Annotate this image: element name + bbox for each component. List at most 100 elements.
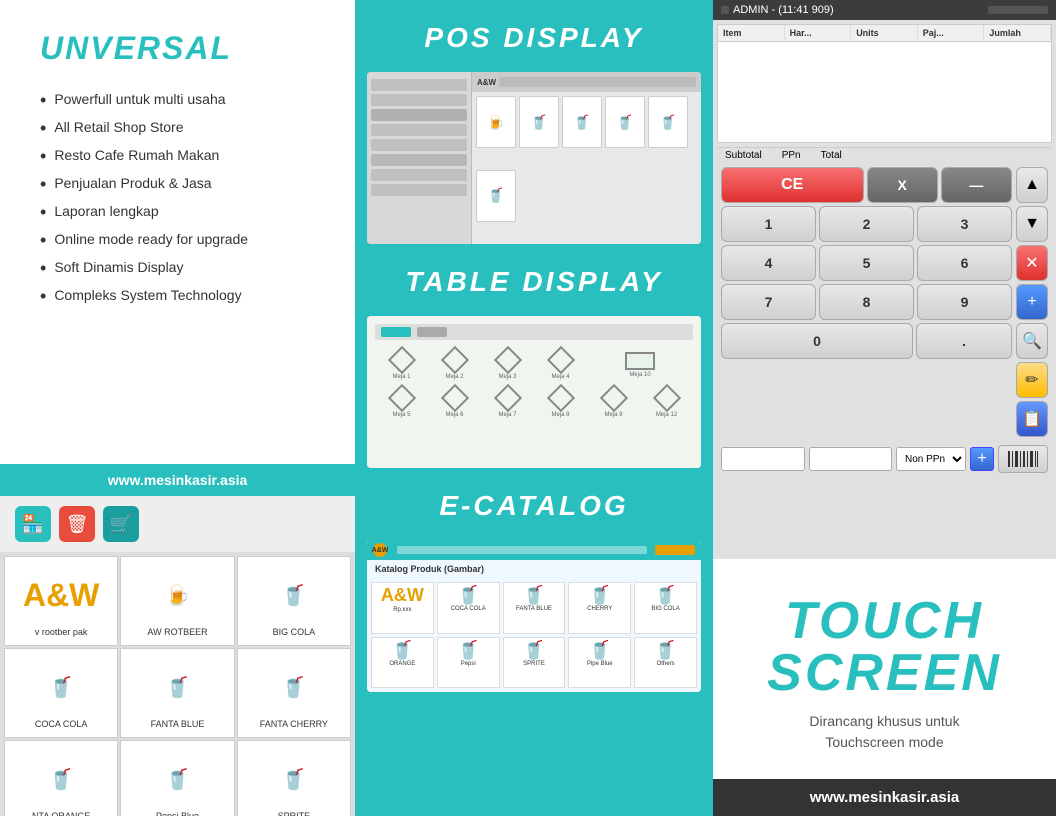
ts-ppn-select[interactable]: Non PPn — [896, 447, 966, 471]
left-website-bar: www.mesinkasir.asia — [0, 464, 355, 496]
ecatalog-logo: A&W — [373, 543, 387, 557]
pos-screenshot-frame: A&W 🍺 🥤 🥤 🥤 🥤 🥤 — [367, 72, 701, 244]
product-cell-4[interactable]: 🥤 COCA COLA — [4, 648, 118, 738]
ts-btn-4[interactable]: 4 — [721, 245, 816, 281]
ts-btn-0[interactable]: 0 — [721, 323, 913, 359]
ts-btn-3[interactable]: 3 — [917, 206, 1012, 242]
touch-title-line2: SCREEN — [767, 647, 1002, 699]
touch-description: Dirancang khusus untuk Touchscreen mode — [809, 711, 959, 753]
ts-search-button[interactable]: 🔍 — [1016, 323, 1048, 359]
touch-title-line1: TOUCH — [785, 595, 984, 647]
ts-amount-input[interactable] — [809, 447, 893, 471]
product-name-9: SPRITE — [278, 811, 311, 816]
right-website-bar: www.mesinkasir.asia — [713, 779, 1056, 816]
ts-btn-7[interactable]: 7 — [721, 284, 816, 320]
ts-table-header: Item Har... Units Paj... Jumlah — [718, 25, 1051, 42]
product-cell-2[interactable]: 🍺 AW ROTBEER — [120, 556, 234, 646]
list-item: Penjualan Produk & Jasa — [40, 175, 325, 193]
ts-x-button[interactable]: X — [867, 167, 938, 203]
ts-header-text: ADMIN - (11:41 909) — [733, 4, 834, 16]
ts-col-har: Har... — [785, 25, 852, 41]
ecatalog-screenshot-frame: A&W Katalog Produk (Gambar) A&W Rp.xxx 🥤… — [367, 540, 701, 692]
ecatalog-item-6: 🥤 ORANGE — [371, 637, 434, 688]
ts-btn-1[interactable]: 1 — [721, 206, 816, 242]
ecatalog-item-2: 🥤 COCA COLA — [437, 582, 500, 634]
product-image-5: 🥤 — [152, 657, 202, 717]
ts-total-label: Total — [821, 150, 842, 161]
ts-scroll-up-button[interactable]: ▲ — [1016, 167, 1048, 203]
ts-scroll-down-button[interactable]: ▼ — [1016, 206, 1048, 242]
list-item: Compleks System Technology — [40, 287, 325, 305]
ecatalog-section: E-CATALOG A&W Katalog Produk (Gambar) A&… — [355, 468, 713, 692]
touch-desc-line2: Touchscreen mode — [825, 734, 943, 750]
ts-transaction-input[interactable] — [721, 447, 805, 471]
ecatalog-item-7: 🥤 Pepsi — [437, 637, 500, 688]
ecatalog-item-1: A&W Rp.xxx — [371, 582, 434, 634]
product-name-1: v rootber pak — [35, 627, 88, 637]
ts-barcode-button[interactable] — [998, 445, 1048, 473]
ecatalog-item-4: 🥤 CHERRY — [568, 582, 631, 634]
ts-table-body — [718, 42, 1051, 142]
product-name-4: COCA COLA — [35, 719, 88, 729]
ts-header: ADMIN - (11:41 909) — [713, 0, 1056, 20]
product-name-5: FANTA BLUE — [151, 719, 205, 729]
ts-btn-2[interactable]: 2 — [819, 206, 914, 242]
ecatalog-screenshot: A&W Katalog Produk (Gambar) A&W Rp.xxx 🥤… — [367, 540, 701, 692]
ecatalog-item-5: 🥤 BIG COLA — [634, 582, 697, 634]
ecatalog-title: E-CATALOG — [429, 468, 638, 540]
ts-plus-button[interactable]: + — [1016, 284, 1048, 320]
table-display-title: TABLE DISPLAY — [395, 244, 672, 316]
product-image-2: 🍺 — [152, 565, 202, 625]
product-cell-3[interactable]: 🥤 BIG COLA — [237, 556, 351, 646]
product-image-7: 🥤 — [36, 749, 86, 809]
product-cell-5[interactable]: 🥤 FANTA BLUE — [120, 648, 234, 738]
ts-btn-9[interactable]: 9 — [917, 284, 1012, 320]
ts-btn-dot[interactable]: . — [916, 323, 1012, 359]
ecatalog-item-9: 🥤 Pipe Blue — [568, 637, 631, 688]
product-cell-9[interactable]: 🥤 SPRITE — [237, 740, 351, 816]
product-cell-1[interactable]: A&W v rootber pak — [4, 556, 118, 646]
ts-numpad-main: CE X — 1 2 3 4 5 6 7 8 9 — [721, 167, 1012, 437]
ts-btn-8[interactable]: 8 — [819, 284, 914, 320]
ts-add-button[interactable]: + — [970, 447, 994, 471]
product-image-9: 🥤 — [269, 749, 319, 809]
table-section: TABLE DISPLAY Meja 1 — [355, 244, 713, 468]
ts-transaction-table: Item Har... Units Paj... Jumlah — [717, 24, 1052, 143]
ts-edit-button[interactable]: ✏ — [1016, 362, 1048, 398]
toolbar-trash-icon[interactable]: 🗑 — [59, 506, 95, 542]
toolbar-cart-icon[interactable]: 🛒 — [103, 506, 139, 542]
pos-display-area: 🏪 🗑 🛒 A&W v rootber pak 🍺 AW ROTBEER 🥤 B… — [0, 496, 355, 816]
ts-btn-6[interactable]: 6 — [917, 245, 1012, 281]
touch-desc-line1: Dirancang khusus untuk — [809, 713, 959, 729]
ts-ce-button[interactable]: CE — [721, 167, 864, 203]
product-name-2: AW ROTBEER — [147, 627, 207, 637]
ts-close-button[interactable]: ✕ — [1016, 245, 1048, 281]
ts-btn-5[interactable]: 5 — [819, 245, 914, 281]
product-toolbar: 🏪 🗑 🛒 — [0, 496, 355, 552]
universal-title: UNVERSAL — [40, 30, 325, 67]
pos-display-title: POS DISPLAY — [414, 0, 653, 72]
left-top-section: UNVERSAL Powerfull untuk multi usaha All… — [0, 0, 355, 464]
list-item: All Retail Shop Store — [40, 119, 325, 137]
ts-col-item: Item — [718, 25, 785, 41]
product-cell-8[interactable]: 🥤 Pepsi Blue — [120, 740, 234, 816]
product-image-4: 🥤 — [36, 657, 86, 717]
list-item: Powerfull untuk multi usaha — [40, 91, 325, 109]
ts-side-buttons: ▲ ▼ ✕ + 🔍 ✏ 📋 — [1016, 167, 1048, 437]
ts-minus-button[interactable]: — — [941, 167, 1012, 203]
left-panel: UNVERSAL Powerfull untuk multi usaha All… — [0, 0, 355, 816]
product-name-3: BIG COLA — [273, 627, 316, 637]
product-cell-6[interactable]: 🥤 FANTA CHERRY — [237, 648, 351, 738]
ts-note-button[interactable]: 📋 — [1016, 401, 1048, 437]
toolbar-shop-icon[interactable]: 🏪 — [15, 506, 51, 542]
product-image-8: 🥤 — [152, 749, 202, 809]
ecatalog-item-10: 🥤 Others — [634, 637, 697, 688]
product-name-8: Pepsi Blue — [156, 811, 199, 816]
table-screenshot-frame: Meja 1 Meja 2 Meja 3 Meja 4 — [367, 316, 701, 468]
ts-col-paj: Paj... — [918, 25, 985, 41]
ts-numpad-wrapper: CE X — 1 2 3 4 5 6 7 8 9 — [713, 163, 1056, 441]
ecatalog-item-3: 🥤 FANTA BLUE — [503, 582, 566, 634]
product-cell-7[interactable]: 🥤 NTA ORANGE — [4, 740, 118, 816]
ts-ppn-label: PPn — [782, 150, 801, 161]
product-image-3: 🥤 — [269, 565, 319, 625]
